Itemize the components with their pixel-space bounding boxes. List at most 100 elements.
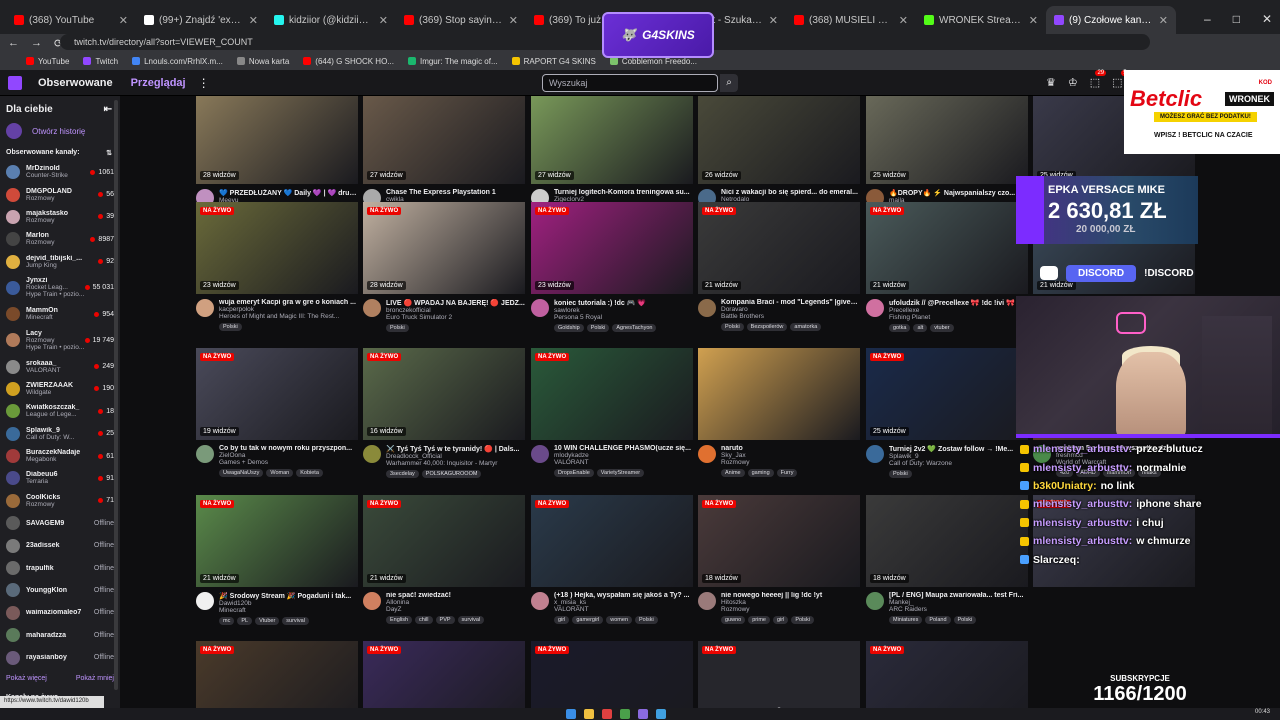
stream-tag[interactable]: Vtuber (255, 617, 280, 625)
game-name[interactable]: VALORANT (554, 459, 693, 466)
stream-tag[interactable]: Goldship (554, 324, 584, 332)
nav-following[interactable]: Obserwowane (38, 77, 113, 89)
stream-card[interactable]: NA ŻYWO 25 widzów Turniej 2v2 💚 Zostaw fol… (866, 348, 1028, 478)
stream-card[interactable]: NA ŻYWO 18 widzów nie nowego heeeej || lig… (698, 495, 860, 624)
browser-tab[interactable]: (99+) Znajdź 'exclusivetime.k... ✕ (136, 6, 266, 34)
taskbar-app-icon[interactable] (602, 709, 612, 719)
tab-close-icon[interactable]: ✕ (769, 14, 778, 27)
stream-tag[interactable]: amatorka (790, 323, 822, 331)
stream-thumbnail[interactable]: 27 widzów (531, 96, 693, 184)
stream-tag[interactable]: mc (219, 617, 235, 625)
stream-tag[interactable]: Polski (889, 470, 912, 478)
stream-tag[interactable]: girl (554, 616, 570, 624)
avatar[interactable] (866, 299, 884, 317)
game-name[interactable]: Fishing Planet (889, 314, 1028, 321)
stream-title[interactable]: 🔥DROPY🔥 ⚡ Najwspanialszy czo... (889, 189, 1028, 197)
avatar[interactable] (531, 445, 549, 463)
stream-tag[interactable]: alt (913, 324, 928, 332)
stream-tag[interactable]: VarietyStreamer (596, 469, 645, 477)
sidebar-channel[interactable]: Kwiatkoszczak_ League of Lege... 18 (0, 400, 120, 422)
stream-title[interactable]: Co by tu tak w nowym roku przyszpon... (219, 445, 358, 452)
sidebar-channel[interactable]: MrDzinold Counter-Strike 1061 (0, 161, 120, 183)
stream-card[interactable]: NA ŻYWO 28 widzów LIVE 🔴 WPADAJ NA BAJERĘ!… (363, 202, 525, 332)
stream-card[interactable]: 18 widzów [PL / ENG] Maupa zwariowała... … (866, 495, 1028, 624)
sidebar-channel[interactable]: MammOn Minecraft 954 (0, 303, 120, 325)
stream-card[interactable]: naruto Sky_Jax Rozmowy Anime gaming Furry (698, 348, 860, 477)
stream-card[interactable]: NA ŻYWO (196, 641, 358, 708)
sidebar-channel[interactable]: dejvid_tibijski_... Jump King 92 (0, 251, 120, 273)
avatar[interactable] (531, 299, 549, 317)
avatar[interactable] (196, 445, 214, 463)
stream-tag[interactable]: women (606, 616, 633, 624)
tab-close-icon[interactable]: ✕ (899, 14, 908, 27)
sidebar-channel[interactable]: Jynxzi Rocket Leag... Hype Train • pozio..… (0, 273, 120, 303)
show-more-link[interactable]: Pokaż więcej (6, 675, 47, 682)
browser-tab[interactable]: kidziior (@kidziior) | TikTok ✕ (266, 6, 396, 34)
stream-tag[interactable]: English (386, 616, 413, 624)
taskbar-app-icon[interactable] (656, 709, 666, 719)
taskbar-app-icon[interactable] (584, 709, 594, 719)
stream-card[interactable]: NA ŻYWO 23 widzów koniec tutoriala :) !dc … (531, 202, 693, 332)
stream-title[interactable]: nie nowego heeeej || lig !dc !yt (721, 592, 860, 599)
sidebar-channel[interactable]: SAVAGEM9 Offline (0, 512, 120, 534)
stream-thumbnail[interactable]: NA ŻYWO 21 widzów (196, 495, 358, 587)
stream-tag[interactable]: guwno (721, 616, 746, 624)
stream-card[interactable]: NA ŻYWO (+18 ) Hejka, wyspałam się jakoś … (531, 495, 693, 624)
channel-name[interactable]: Dawid120b (219, 600, 358, 607)
avatar[interactable] (196, 592, 214, 610)
game-name[interactable]: Minecraft (219, 607, 358, 614)
stream-title[interactable]: Nici z wakacji bo się spierd... do emera… (721, 189, 860, 196)
stream-tag[interactable]: PL (237, 617, 253, 625)
stream-tag[interactable]: Polski (386, 324, 409, 332)
avatar[interactable] (196, 299, 214, 317)
bookmark[interactable]: (644) G SHOCK HO... (303, 57, 394, 66)
stream-thumbnail[interactable]: NA ŻYWO (363, 641, 525, 708)
game-name[interactable]: Warhammer 40,000: Inquisitor - Martyr (386, 460, 525, 467)
stream-tag[interactable]: gotka (889, 324, 911, 332)
stream-tag[interactable]: Anime (721, 469, 745, 477)
sidebar-channel[interactable]: 23adissek Offline (0, 534, 120, 556)
notifications-icon[interactable]: ⬚ 29 (1090, 70, 1107, 89)
back-icon[interactable]: ← (8, 37, 19, 49)
sidebar-channel[interactable]: rayasianboy Offline (0, 646, 120, 668)
stream-thumbnail[interactable]: NA ŻYWO 23 widzów (196, 202, 358, 294)
bookmark[interactable]: RAPORT G4 SKINS (511, 57, 596, 66)
stream-card[interactable]: NA ŻYWO 21 widzów Kompania Braci - mod "Le… (698, 202, 860, 331)
stream-title[interactable]: 💙 PRZEDŁUŻANY 💙 Daily 💜 | 💜 drugi... (219, 189, 358, 197)
stream-thumbnail[interactable]: NA ŻYWO 28 widzów (363, 202, 525, 294)
sidebar-channel[interactable]: Splawik_9 Call of Duty: W... 25 (0, 423, 120, 445)
stream-tag[interactable]: Furry (776, 469, 798, 477)
stream-card[interactable]: NA ŻYWO (363, 641, 525, 708)
stream-thumbnail[interactable]: NA ŻYWO 21 widzów (698, 202, 860, 294)
sidebar-channel[interactable]: Lacy Rozmowy Hype Train • pozio... 19 749 (0, 325, 120, 355)
stream-card[interactable]: NA ŻYWO 10 WIN CHALLENGE PHASMO(ucze się.… (531, 348, 693, 477)
stream-card[interactable]: NA ŻYWO (866, 641, 1028, 708)
tab-close-icon[interactable]: ✕ (119, 14, 128, 27)
bookmark[interactable]: Imgur: The magic of... (407, 57, 498, 66)
stream-title[interactable]: ufoludzik // @Precellexe 🎀 !dc !ivi 🎀 (889, 299, 1028, 307)
stream-tag[interactable]: Polski (586, 324, 610, 332)
prime-icon[interactable]: ♔ (1068, 76, 1078, 89)
stream-title[interactable]: Chase The Express Playstation 1 (386, 189, 525, 196)
stream-thumbnail[interactable]: NA ŻYWO 21 widzów (866, 202, 1028, 294)
stream-tag[interactable]: Kobieta (296, 469, 323, 477)
sidebar-channel[interactable]: srokaaa_ VALORANT 249 (0, 355, 120, 377)
tab-close-icon[interactable]: ✕ (509, 14, 518, 27)
stream-thumbnail[interactable]: NA ŻYWO 21 widzów (363, 495, 525, 587)
avatar[interactable] (698, 445, 716, 463)
stream-card[interactable]: NA ŻYWO 16 widzów ⚔️ Tyś Tyś Tyś w te tyra… (363, 348, 525, 478)
stream-card[interactable]: NA ŻYWO (531, 641, 693, 708)
stream-tag[interactable]: Polski (953, 616, 977, 624)
search-input[interactable]: Wyszukaj (542, 74, 718, 92)
channel-name[interactable]: Sky_Jax (721, 452, 860, 459)
browser-tab[interactable]: (369) Stop saying 67 it is almo... ✕ (396, 6, 526, 34)
stream-tag[interactable]: vtuber (930, 324, 954, 332)
channel-name[interactable]: kacperpolok (219, 306, 358, 313)
sidebar-channel[interactable]: trapulfik Offline (0, 557, 120, 579)
stream-title[interactable]: wuja emeryt Kacpi gra w gre o koniach ..… (219, 299, 358, 306)
collapse-sidebar-icon[interactable]: ⇤ (104, 104, 112, 115)
stream-thumbnail[interactable]: NA ŻYWO (531, 348, 693, 440)
sidebar-channel[interactable]: YounggKlon Offline (0, 579, 120, 601)
sidebar-channel[interactable]: Marlon Rozmowy 8987 (0, 228, 120, 250)
tab-close-icon[interactable]: ✕ (379, 14, 388, 27)
